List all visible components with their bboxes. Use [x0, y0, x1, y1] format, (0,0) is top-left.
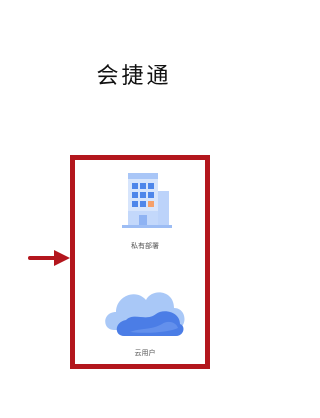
cloud-user-label: 云用户 — [134, 349, 156, 357]
cloud-icon — [105, 292, 185, 336]
private-deployment-label: 私有部署 — [131, 242, 159, 250]
app-title: 会捷通 — [96, 64, 172, 89]
building-icon — [122, 173, 172, 228]
private-deployment-option[interactable]: 私有部署 — [80, 165, 210, 260]
pointer-arrow — [28, 250, 70, 266]
cloud-user-option[interactable]: 云用户 — [80, 268, 210, 363]
deployment-options-highlight: 私有部署 云用户 — [70, 155, 210, 369]
